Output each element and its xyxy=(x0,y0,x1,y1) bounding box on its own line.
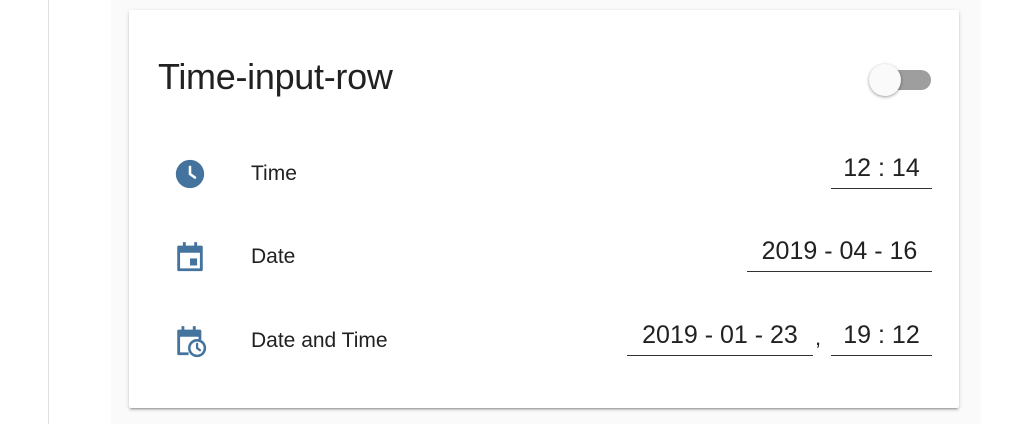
datetime-separator: , xyxy=(815,325,822,350)
datetime-time-input[interactable]: 19 : 12 xyxy=(831,315,932,356)
date-row-label: Date xyxy=(251,245,296,268)
calendar-clock-icon xyxy=(173,324,207,358)
clock-icon xyxy=(173,157,207,191)
datetime-date-input[interactable]: 2019 - 01 - 23 xyxy=(627,315,813,356)
time-input[interactable]: 12 : 14 xyxy=(831,148,932,189)
datetime-row-label: Date and Time xyxy=(251,329,388,352)
toggle-thumb xyxy=(869,64,901,96)
date-row: Date 2019 - 04 - 16 xyxy=(129,231,959,281)
left-divider xyxy=(48,0,49,424)
card-title: Time-input-row xyxy=(158,56,393,97)
card-toggle-switch[interactable] xyxy=(869,62,933,96)
time-input-card: Time-input-row Time 12 : 14 Date 2019 - … xyxy=(129,10,959,408)
calendar-icon xyxy=(173,240,207,274)
date-input[interactable]: 2019 - 04 - 16 xyxy=(747,231,932,272)
datetime-row: Date and Time 2019 - 01 - 23 , 19 : 12 xyxy=(129,315,959,365)
time-row: Time 12 : 14 xyxy=(129,148,959,198)
time-row-label: Time xyxy=(251,162,297,185)
